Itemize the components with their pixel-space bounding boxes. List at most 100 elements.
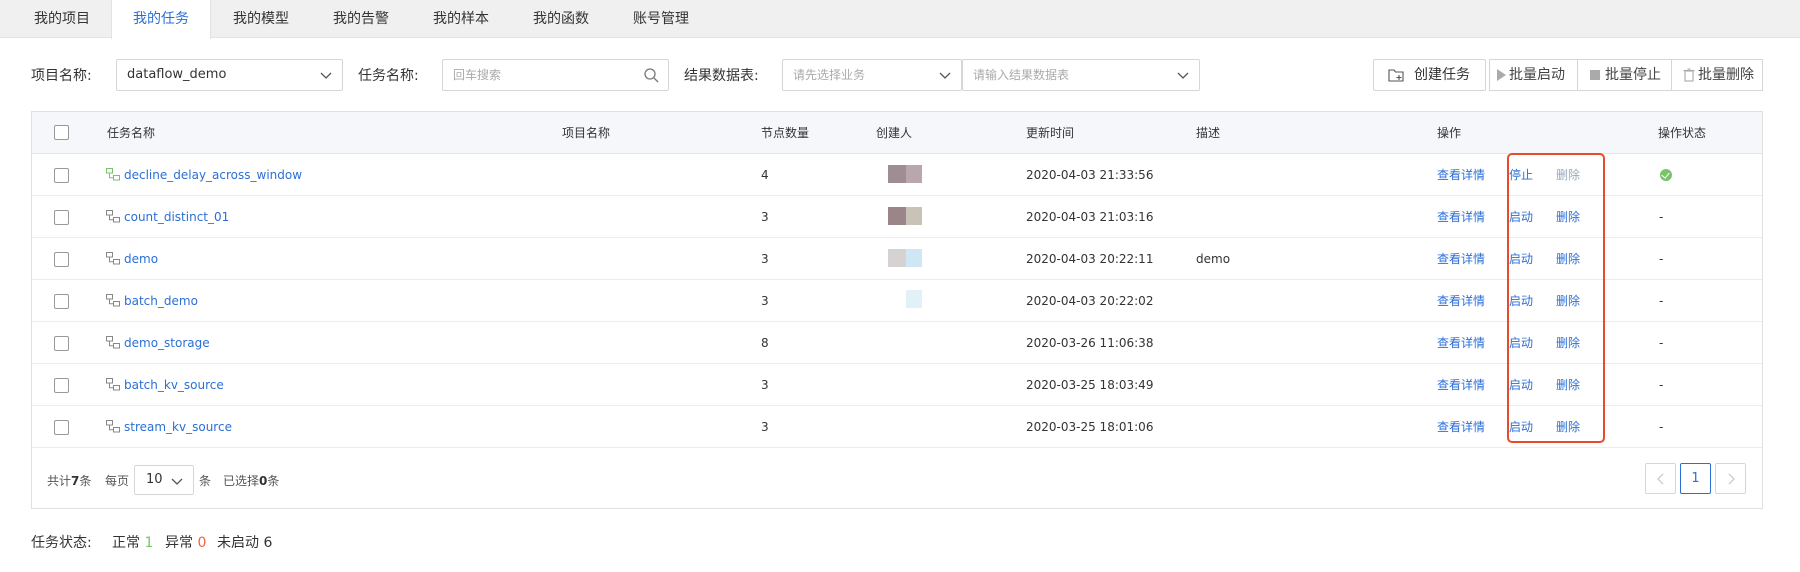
- view-details-link[interactable]: 查看详情: [1437, 196, 1485, 238]
- task-name-link[interactable]: decline_delay_across_window: [124, 154, 302, 196]
- table-row: stream_kv_source 3 2020-03-25 18:01:06 查看详情…: [32, 406, 1762, 448]
- batch-stop-button[interactable]: 批量停止: [1577, 59, 1671, 91]
- task-status-label: 任务状态:: [31, 535, 92, 551]
- play-icon: [1497, 69, 1506, 81]
- per-page-label: 每页: [105, 474, 130, 488]
- tab-my-models[interactable]: 我的模型: [216, 0, 306, 38]
- view-details-link[interactable]: 查看详情: [1437, 406, 1485, 448]
- task-search-placeholder: 回车搜索: [453, 68, 502, 82]
- status-ok-icon: [1660, 169, 1672, 181]
- batch-stop-label: 批量停止: [1605, 67, 1661, 83]
- business-select-placeholder: 请先选择业务: [793, 68, 866, 82]
- total-count: 共计7条: [47, 474, 92, 488]
- task-name-link[interactable]: stream_kv_source: [124, 406, 232, 448]
- create-task-label: 创建任务: [1414, 67, 1470, 83]
- node-count: 3: [761, 378, 769, 392]
- highlight-box: [1507, 153, 1605, 443]
- col-node-count: 节点数量: [761, 126, 810, 140]
- page-size-select[interactable]: 10: [134, 465, 194, 495]
- result-table-select[interactable]: 请输入结果数据表: [962, 59, 1200, 91]
- updated-time: 2020-04-03 21:33:56: [1026, 168, 1154, 182]
- row-checkbox[interactable]: [54, 420, 69, 435]
- node-count: 3: [761, 210, 769, 224]
- folder-add-icon: [1388, 69, 1404, 82]
- col-task-name: 任务名称: [107, 126, 156, 140]
- node-count: 3: [761, 294, 769, 308]
- selected-count: 已选择0条: [223, 474, 280, 488]
- tab-my-functions[interactable]: 我的函数: [516, 0, 606, 38]
- task-name-link[interactable]: demo: [124, 238, 158, 280]
- status-abnormal: 异常 0: [165, 535, 207, 551]
- page-button-1[interactable]: 1: [1680, 463, 1711, 494]
- status-not-started: 未启动 6: [217, 535, 273, 551]
- operation-status: -: [1659, 378, 1664, 392]
- result-table-select-placeholder: 请输入结果数据表: [973, 68, 1070, 82]
- chevron-down-icon: [171, 478, 183, 485]
- operation-status: -: [1659, 210, 1664, 224]
- business-select[interactable]: 请先选择业务: [782, 59, 962, 91]
- col-operations: 操作: [1437, 126, 1462, 140]
- view-details-link[interactable]: 查看详情: [1437, 238, 1485, 280]
- next-page-button[interactable]: [1715, 463, 1746, 494]
- tab-my-alerts[interactable]: 我的告警: [316, 0, 406, 38]
- search-icon[interactable]: [643, 67, 659, 83]
- updated-time: 2020-03-25 18:01:06: [1026, 420, 1154, 434]
- table-header: 任务名称 项目名称 节点数量 创建人 更新时间 描述 操作 操作状态: [32, 112, 1762, 154]
- node-count: 3: [761, 420, 769, 434]
- view-details-link[interactable]: 查看详情: [1437, 154, 1485, 196]
- task-description: demo: [1196, 252, 1231, 266]
- node-count: 3: [761, 252, 769, 266]
- task-name-link[interactable]: demo_storage: [124, 322, 210, 364]
- batch-delete-button[interactable]: 批量删除: [1671, 59, 1763, 91]
- row-checkbox[interactable]: [54, 168, 69, 183]
- chevron-right-icon: [1728, 473, 1735, 485]
- task-flow-icon: [106, 210, 120, 223]
- project-select[interactable]: dataflow_demo: [116, 59, 343, 91]
- create-task-button[interactable]: 创建任务: [1373, 59, 1486, 91]
- per-page-unit: 条: [199, 474, 212, 488]
- batch-delete-label: 批量删除: [1698, 67, 1754, 83]
- node-count: 8: [761, 336, 769, 350]
- task-name-link[interactable]: batch_demo: [124, 280, 198, 322]
- task-name-link[interactable]: batch_kv_source: [124, 364, 224, 406]
- project-name-label: 项目名称:: [31, 68, 92, 84]
- prev-page-button[interactable]: [1645, 463, 1676, 494]
- updated-time: 2020-03-25 18:03:49: [1026, 378, 1154, 392]
- select-all-checkbox[interactable]: [54, 125, 69, 140]
- col-description: 描述: [1196, 126, 1221, 140]
- tab-my-tasks[interactable]: 我的任务: [111, 0, 211, 39]
- page-size-value: 10: [146, 472, 163, 487]
- col-operation-status: 操作状态: [1658, 126, 1707, 140]
- tab-my-samples[interactable]: 我的样本: [416, 0, 506, 38]
- col-creator: 创建人: [876, 126, 913, 140]
- row-checkbox[interactable]: [54, 336, 69, 351]
- task-search-input[interactable]: 回车搜索: [442, 59, 669, 91]
- task-name-label: 任务名称:: [358, 68, 419, 84]
- row-checkbox[interactable]: [54, 210, 69, 225]
- batch-start-button[interactable]: 批量启动: [1489, 59, 1577, 91]
- view-details-link[interactable]: 查看详情: [1437, 280, 1485, 322]
- project-select-value: dataflow_demo: [127, 67, 227, 82]
- row-checkbox[interactable]: [54, 294, 69, 309]
- result-table-label: 结果数据表:: [684, 68, 759, 84]
- task-flow-icon: [106, 420, 120, 433]
- node-count: 4: [761, 168, 769, 182]
- view-details-link[interactable]: 查看详情: [1437, 364, 1485, 406]
- updated-time: 2020-04-03 20:22:02: [1026, 294, 1154, 308]
- operation-status: -: [1659, 294, 1664, 308]
- task-flow-icon: [106, 378, 120, 391]
- task-name-link[interactable]: count_distinct_01: [124, 196, 229, 238]
- chevron-down-icon: [1177, 72, 1189, 79]
- creator-redaction: [878, 162, 928, 282]
- tab-account-management[interactable]: 账号管理: [616, 0, 706, 38]
- col-updated-time: 更新时间: [1026, 126, 1075, 140]
- row-checkbox[interactable]: [54, 378, 69, 393]
- tab-my-projects[interactable]: 我的项目: [18, 0, 106, 38]
- updated-time: 2020-03-26 11:06:38: [1026, 336, 1154, 350]
- view-details-link[interactable]: 查看详情: [1437, 322, 1485, 364]
- chevron-down-icon: [939, 72, 951, 79]
- batch-start-label: 批量启动: [1509, 67, 1565, 83]
- chevron-down-icon: [320, 72, 332, 79]
- row-checkbox[interactable]: [54, 252, 69, 267]
- task-flow-icon: [106, 294, 120, 307]
